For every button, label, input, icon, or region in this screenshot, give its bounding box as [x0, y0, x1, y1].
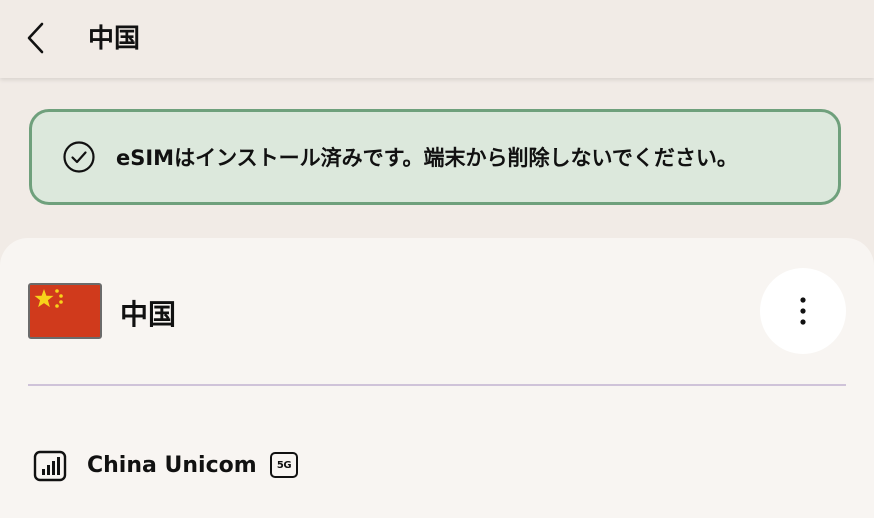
- installed-banner: eSIMはインストール済みです。端末から削除しないでください。: [29, 109, 841, 205]
- carrier-name: China Unicom: [87, 453, 257, 478]
- chevron-left-icon: [27, 22, 44, 54]
- top-app-bar: 中国: [0, 0, 874, 78]
- signal-icon: [33, 450, 67, 482]
- banner-message: eSIMはインストール済みです。端末から削除しないでください。: [116, 146, 738, 170]
- divider: [28, 384, 846, 386]
- page-title: 中国: [88, 24, 141, 54]
- country-name: 中国: [120, 298, 177, 331]
- network-type-badge: 5G: [270, 452, 298, 478]
- country-card: 中国 China Unicom 5G: [0, 238, 874, 518]
- back-button[interactable]: [20, 16, 52, 60]
- check-circle-icon: [62, 140, 96, 174]
- china-flag-icon: [28, 283, 102, 339]
- more-options-button[interactable]: [760, 268, 846, 354]
- more-vertical-icon: [800, 297, 806, 325]
